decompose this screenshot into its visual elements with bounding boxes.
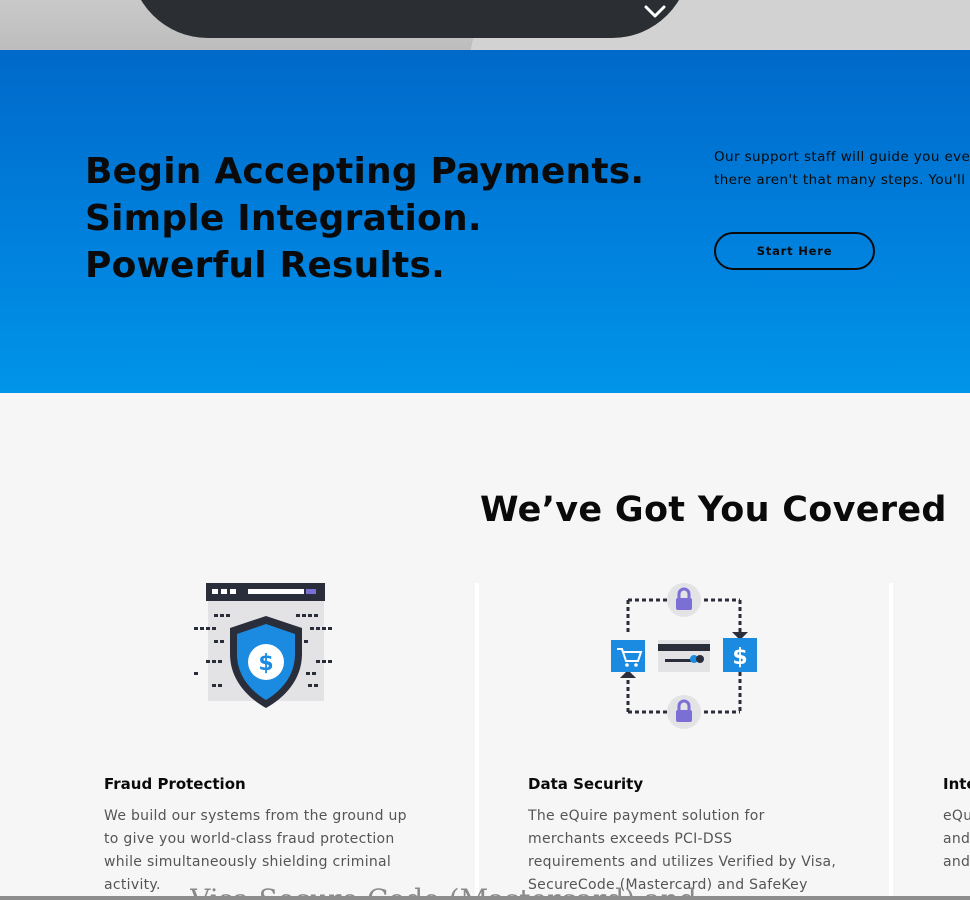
feature-text-line: The eQuire payment solution for	[528, 808, 765, 824]
cta-headline-line-3: Powerful Results.	[85, 245, 445, 286]
feature-title-fraud-protection: Fraud Protection	[104, 775, 246, 793]
cta-headline-line-1: Begin Accepting Payments.	[85, 151, 645, 192]
feature-title-data-security: Data Security	[528, 775, 644, 793]
feature-text-integration: eQu and and	[943, 805, 970, 874]
feature-text-line: merchants exceeds PCI-DSS	[528, 831, 733, 847]
feature-title-integration: Inte	[943, 775, 970, 793]
bottom-rule	[0, 896, 970, 900]
svg-text:$: $	[732, 645, 747, 670]
shield-dollar-icon: $	[194, 583, 332, 708]
feature-text-line: and	[943, 854, 970, 870]
feature-text-line: while simultaneously shielding criminal	[104, 854, 392, 870]
hero-photo-object	[130, 0, 690, 38]
start-here-button[interactable]: Start Here	[714, 232, 875, 270]
payment-cycle-lock-icon: $	[611, 583, 757, 729]
cta-description-line-1: Our support staff will guide you eve	[714, 149, 970, 165]
column-divider	[475, 583, 479, 900]
feature-text-line: eQu	[943, 808, 970, 824]
svg-text:$: $	[258, 651, 273, 676]
hero-photo-strip	[0, 0, 970, 50]
feature-text-line: We build our systems from the ground up	[104, 808, 407, 824]
column-divider	[889, 583, 893, 900]
feature-text-data-security: The eQuire payment solution for merchant…	[528, 805, 836, 897]
cta-description-line-2: there aren't that many steps. You'll	[714, 172, 966, 188]
cta-description: Our support staff will guide you eve the…	[714, 146, 970, 192]
feature-text-line: requirements and utilizes Verified by Vi…	[528, 854, 837, 870]
cta-band: Begin Accepting Payments. Simple Integra…	[0, 50, 970, 393]
feature-text-fraud-protection: We build our systems from the ground up …	[104, 805, 407, 897]
feature-text-line: and	[943, 831, 970, 847]
cta-headline-line-2: Simple Integration.	[85, 198, 482, 239]
chevron-down-icon[interactable]	[644, 4, 666, 20]
section-title: We’ve Got You Covered	[480, 490, 947, 530]
cta-headline: Begin Accepting Payments. Simple Integra…	[85, 148, 645, 289]
feature-text-line: to give you world-class fraud protection	[104, 831, 395, 847]
